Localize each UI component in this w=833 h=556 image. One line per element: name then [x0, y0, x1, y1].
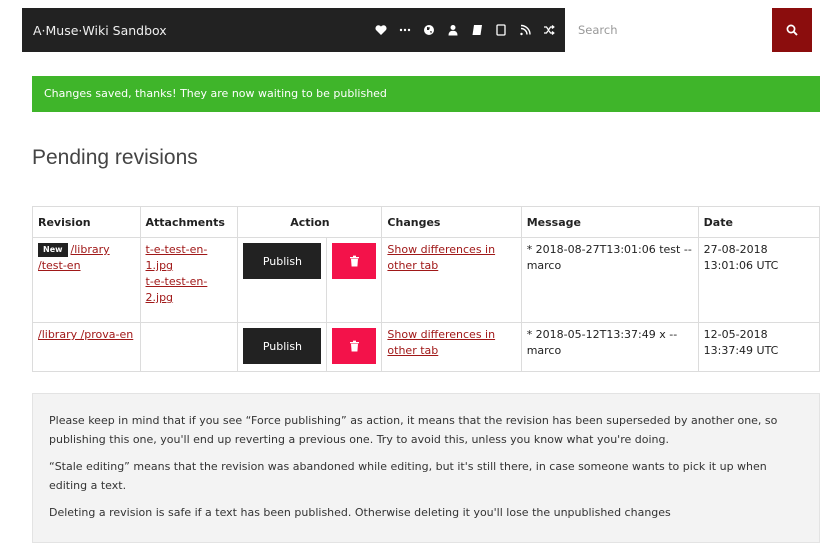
- search-icon: [786, 24, 798, 36]
- attachment-link[interactable]: t-e-test-en-2.jpg: [146, 275, 208, 304]
- delete-cell: [326, 322, 383, 372]
- message-cell: * 2018-05-12T13:37:49 x -- marco: [520, 322, 699, 372]
- attachments-cell: [139, 322, 239, 372]
- delete-button[interactable]: [332, 243, 377, 279]
- attachment-link[interactable]: t-e-test-en-1.jpg: [146, 243, 208, 272]
- revisions-table: Revision Attachments Action Changes Mess…: [32, 206, 821, 372]
- table-header-row: Revision Attachments Action Changes Mess…: [32, 206, 821, 238]
- table-row: /library /prova-en Publish Show differen…: [32, 322, 821, 372]
- show-differences-link[interactable]: Show differences in other tab: [387, 243, 495, 272]
- info-paragraph-stale-editing: “Stale editing” means that the revision …: [49, 460, 767, 492]
- more-icon[interactable]: [398, 23, 412, 37]
- date-cell: 27-08-2018 13:01:06 UTC: [697, 237, 821, 323]
- book-icon[interactable]: [470, 23, 484, 37]
- trash-icon: [349, 340, 359, 352]
- date-cell: 12-05-2018 13:37:49 UTC: [697, 322, 821, 372]
- info-paragraph-force-publishing: Please keep in mind that if you see “For…: [49, 414, 778, 446]
- tablet-icon[interactable]: [494, 23, 508, 37]
- success-alert: Changes saved, thanks! They are now wait…: [32, 76, 820, 112]
- changes-cell: Show differences in other tab: [381, 322, 522, 372]
- heart-icon[interactable]: [374, 23, 388, 37]
- info-paragraph-deleting: Deleting a revision is safe if a text ha…: [49, 506, 671, 519]
- header-changes: Changes: [381, 206, 522, 238]
- header-attachments: Attachments: [139, 206, 239, 238]
- header-action: Action: [237, 206, 383, 238]
- shuffle-icon[interactable]: [542, 23, 556, 37]
- delete-cell: [326, 237, 383, 323]
- table-row: New/library /test-en t-e-test-en-1.jpg t…: [32, 237, 821, 323]
- site-brand[interactable]: A·Muse·Wiki Sandbox: [33, 23, 167, 38]
- delete-button[interactable]: [332, 328, 377, 364]
- show-differences-link[interactable]: Show differences in other tab: [387, 328, 495, 357]
- publish-button[interactable]: Publish: [243, 243, 322, 279]
- publish-cell: Publish: [237, 237, 328, 323]
- globe-icon[interactable]: [422, 23, 436, 37]
- publish-cell: Publish: [237, 322, 328, 372]
- revision-cell: /library /prova-en: [32, 322, 141, 372]
- user-icon[interactable]: [446, 23, 460, 37]
- new-badge: New: [38, 243, 68, 257]
- revision-cell: New/library /test-en: [32, 237, 141, 323]
- rss-icon[interactable]: [518, 23, 532, 37]
- changes-cell: Show differences in other tab: [381, 237, 522, 323]
- header-message: Message: [520, 206, 699, 238]
- message-cell: * 2018-08-27T13:01:06 test -- marco: [520, 237, 699, 323]
- search-button[interactable]: [772, 8, 812, 52]
- info-box: Please keep in mind that if you see “For…: [32, 393, 820, 543]
- navbar: A·Muse·Wiki Sandbox: [22, 8, 812, 52]
- search-input[interactable]: [565, 8, 794, 52]
- revision-link[interactable]: /library /prova-en: [38, 328, 133, 341]
- publish-button[interactable]: Publish: [243, 328, 322, 364]
- trash-icon: [349, 255, 359, 267]
- header-revision: Revision: [32, 206, 141, 238]
- header-date: Date: [697, 206, 821, 238]
- nav-icons: [374, 8, 580, 52]
- attachments-cell: t-e-test-en-1.jpg t-e-test-en-2.jpg: [139, 237, 239, 323]
- page-title: Pending revisions: [32, 146, 198, 169]
